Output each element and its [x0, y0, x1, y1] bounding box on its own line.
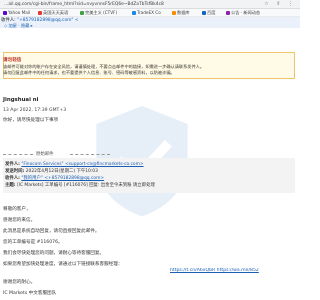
warning-text-2: 请勿回复此邮件中的任何请求，也不要提供个人信息、账号、密码等敏感资料，以防被诈骗…: [3, 70, 175, 75]
body-line: 此消息是系统自动回复，请勿直接回复此邮件。: [3, 229, 100, 234]
bookmark-item[interactable]: 公告 · 新闻动态: [226, 10, 260, 16]
mail-date: 13 Apr 2022, 17:39 GMT+3: [3, 108, 67, 113]
address-bar[interactable]: …ail.qq.com/cgi-bin/frame_html?sid=nvyvn…: [0, 0, 300, 9]
body-line: 尊敬的客户，: [3, 207, 31, 212]
bookmark-icon: [38, 10, 42, 15]
original-message-label: 原始邮件: [36, 152, 54, 157]
bookmark-icon: [3, 10, 7, 15]
browser-toolbar-icons[interactable]: ☆ ⇪ ⋮: [264, 1, 296, 8]
warning-title: 请勿轻信: [3, 58, 22, 63]
body-line: 谢谢您的耐心。: [3, 280, 36, 285]
sender-name: Jingshuai ni: [3, 97, 39, 103]
body-line: 感谢您的来信。: [3, 218, 36, 223]
bookmark-item[interactable]: 数据库: [172, 10, 190, 16]
bookmarks-bar: Yahoo Mail 英国天天英语 完美主义 (CTVF) TradeEX Co…: [0, 9, 300, 17]
body-signature: IC Markets 中文客服团队: [3, 291, 57, 296]
bookmark-icon: [132, 10, 136, 15]
bookmark-icon: [172, 10, 176, 15]
mail-actions[interactable]: ◇ 加星 · 隐藏 ▸: [4, 23, 33, 28]
bookmark-icon: [202, 10, 206, 15]
bookmark-icon: [80, 10, 84, 15]
bookmark-item[interactable]: Yahoo Mail: [3, 10, 30, 16]
body-line: 我们会尽快处理您的问题，请耐心等待客服回复。: [3, 251, 105, 256]
divider: [3, 154, 33, 155]
divider: [70, 154, 110, 155]
body-link[interactable]: https://t.cn/A6xQbR https://wa.me/852: [170, 268, 298, 273]
bookmark-item[interactable]: 完美主义 (CTVF): [80, 10, 117, 16]
original-from: 发件人: "Finocom Services" <support-cn@finc…: [5, 162, 144, 167]
url-text[interactable]: …ail.qq.com/cgi-bin/frame_html?sid=nvyvn…: [4, 1, 164, 8]
bookmark-item[interactable]: 百度: [202, 10, 215, 16]
bookmark-item[interactable]: 英国天天英语: [38, 10, 68, 16]
body-line: 如果您希望加快处理进度，请通过以下链接联系客服经理：: [3, 262, 123, 267]
bookmark-item[interactable]: TradeEX Co: [132, 10, 161, 16]
greeting-text: 你好，请尽快处理以下事项: [3, 118, 59, 123]
body-line: 您的工单编号是 #116076。: [3, 240, 63, 245]
original-to: 收件人: "我的用户" <+8579182898@qq.com>: [5, 176, 105, 181]
original-date: 发送时间: 2022年4月12日(星期二) 下午10:03: [5, 169, 98, 174]
original-subject: 主题: [IC Markets] 工单编号 [#116076] 回复: 出金至今…: [5, 183, 155, 188]
bookmark-icon: [226, 10, 230, 15]
